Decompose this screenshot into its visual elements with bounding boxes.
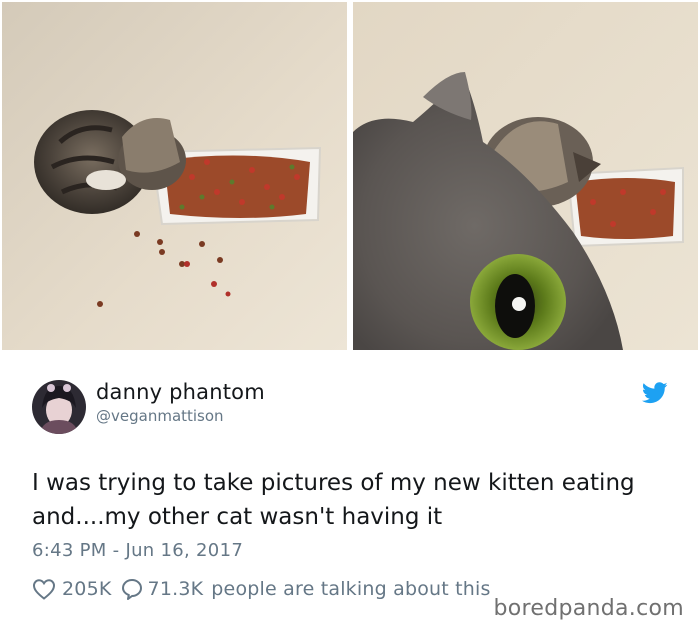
tweet-timestamp[interactable]: 6:43 PM - Jun 16, 2017 xyxy=(32,540,243,561)
likes-count: 205K xyxy=(62,578,112,600)
twitter-bird-icon[interactable] xyxy=(642,382,668,404)
speech-bubble-icon[interactable] xyxy=(121,578,143,600)
source-watermark: boredpanda.com xyxy=(493,596,684,621)
cat-photobomb-photo xyxy=(353,2,698,350)
talking-about-text[interactable]: people are talking about this xyxy=(211,578,490,600)
display-name[interactable]: danny phantom xyxy=(96,380,265,404)
engagement-bar: 205K 71.3K people are talking about this xyxy=(32,577,491,601)
replies-count: 71.3K xyxy=(147,578,204,600)
kitten-eating-photo xyxy=(2,2,347,350)
tweet-card: danny phantom @veganmattison I was tryin… xyxy=(0,352,700,630)
tweet-text: I was trying to take pictures of my new … xyxy=(32,470,635,530)
user-handle[interactable]: @veganmattison xyxy=(96,407,224,425)
avatar[interactable] xyxy=(32,380,86,434)
heart-outline-icon[interactable] xyxy=(32,578,56,600)
photo-strip xyxy=(0,0,700,352)
